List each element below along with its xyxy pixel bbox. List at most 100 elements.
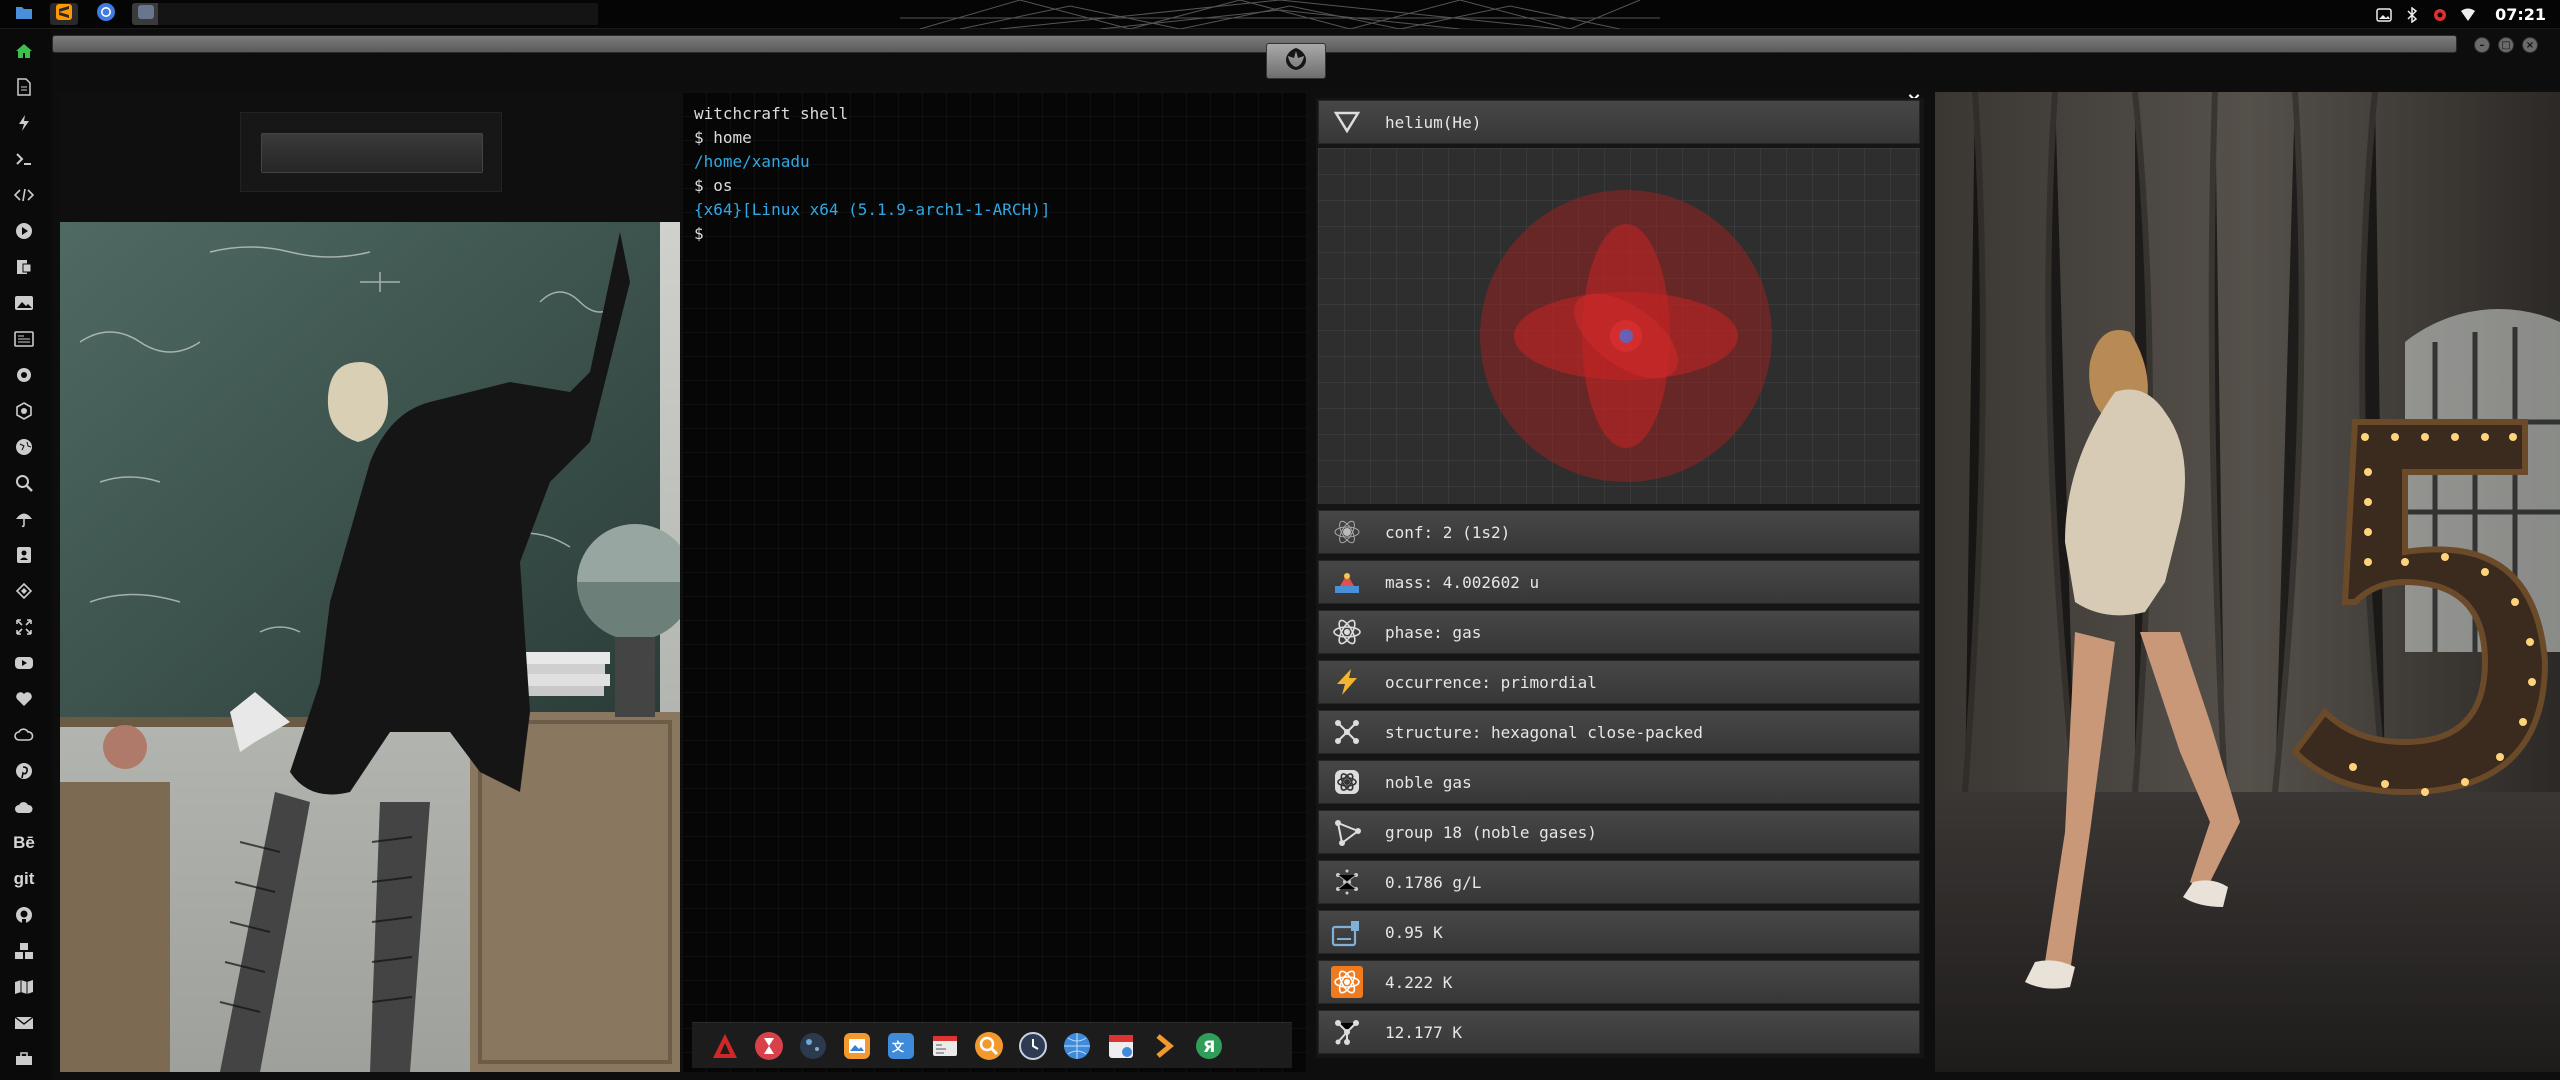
clock-app-icon[interactable] [1016, 1029, 1050, 1063]
search-app-icon[interactable] [972, 1029, 1006, 1063]
settings-icon[interactable] [10, 361, 38, 389]
heart-icon[interactable] [10, 685, 38, 713]
mail-icon[interactable] [10, 1009, 38, 1037]
umbrella-icon[interactable] [10, 505, 38, 533]
system-monitor-app-icon[interactable] [928, 1029, 962, 1063]
rebel-alliance-icon [1281, 46, 1311, 76]
document-icon[interactable] [10, 73, 38, 101]
structure-icon [1319, 710, 1375, 754]
cubes-icon[interactable] [10, 937, 38, 965]
terminal-output: witchcraft shell $ home /home/xanadu $ o… [694, 102, 1050, 246]
app-launcher-dock: 文 Я [692, 1022, 1292, 1068]
file-manager-task[interactable] [10, 3, 38, 25]
bolt-icon[interactable] [10, 109, 38, 137]
arrow-launcher-app-icon[interactable] [1148, 1029, 1182, 1063]
cloud-icon[interactable] [10, 793, 38, 821]
element-property-row[interactable]: 0.1786 g/L [1318, 860, 1920, 904]
window-icon [137, 4, 155, 24]
translate-app-icon[interactable]: 文 [884, 1029, 918, 1063]
element-property-row[interactable]: phase: gas [1318, 610, 1920, 654]
contacts-icon[interactable] [10, 541, 38, 569]
decorative-web-graphic [900, 0, 1660, 29]
element-property-row[interactable]: occurrence: primordial [1318, 660, 1920, 704]
terminal-icon[interactable] [10, 145, 38, 173]
image-icon[interactable] [10, 289, 38, 317]
map-icon[interactable] [10, 973, 38, 1001]
globe-icon[interactable] [10, 433, 38, 461]
search-icon[interactable] [10, 469, 38, 497]
sublime-icon [55, 3, 73, 25]
element-property-row[interactable]: conf: 2 (1s2) [1318, 510, 1920, 554]
bluetooth-icon[interactable] [2403, 6, 2421, 24]
element-property-row[interactable]: noble gas [1318, 760, 1920, 804]
terminal-line: {x64}[Linux x64 (5.1.9-arch1-1-ARCH)] [694, 200, 1051, 219]
fullscreen-icon[interactable] [10, 613, 38, 641]
noble-gas-icon [1319, 760, 1375, 804]
toolbox-icon[interactable] [10, 1045, 38, 1073]
left-pane-button[interactable] [261, 133, 483, 173]
arch-app-icon[interactable] [708, 1029, 742, 1063]
chrome-task[interactable] [92, 3, 120, 25]
image-viewer-tray-icon[interactable] [2375, 6, 2393, 24]
window-titlebar: – □ × [52, 29, 2560, 89]
close-window-button[interactable]: × [2522, 37, 2538, 53]
yandex-app-icon[interactable]: Я [1192, 1029, 1226, 1063]
wifi-icon[interactable] [2459, 6, 2477, 24]
left-pane-widget [240, 112, 502, 192]
terminal-line: witchcraft shell [694, 104, 849, 123]
rebel-alliance-logo[interactable] [1266, 43, 1326, 79]
element-header-row[interactable]: helium(He) [1318, 100, 1920, 144]
active-window-task[interactable] [132, 3, 160, 25]
github-icon[interactable] [10, 901, 38, 929]
maximize-button[interactable]: □ [2498, 37, 2514, 53]
behance-icon[interactable]: Bē [10, 829, 38, 857]
calendar-app-icon[interactable] [1104, 1029, 1138, 1063]
element-property-row[interactable]: structure: hexagonal close-packed [1318, 710, 1920, 754]
hexagon-icon[interactable] [10, 397, 38, 425]
play-icon[interactable] [10, 217, 38, 245]
window-drag-strip[interactable] [52, 35, 2457, 53]
lightning-icon [1319, 660, 1375, 704]
cloud-link-icon[interactable] [10, 721, 38, 749]
folder-icon [15, 4, 33, 24]
element-name: helium(He) [1385, 112, 1482, 132]
element-property-row[interactable]: 12.177 K [1318, 1010, 1920, 1054]
terminal-line: $ home [694, 128, 752, 147]
element-property-text: conf: 2 (1s2) [1385, 522, 1511, 542]
photo-model-graphic [1935, 92, 2560, 1072]
planet-app-icon[interactable] [796, 1029, 830, 1063]
image-viewer-app-icon[interactable] [840, 1029, 874, 1063]
terminal-prompt[interactable]: $ [694, 222, 1050, 246]
system-top-bar: 07:21 [0, 0, 2560, 29]
element-property-row[interactable]: 0.95 K [1318, 910, 1920, 954]
terminal-panel[interactable]: witchcraft shell $ home /home/xanadu $ o… [682, 92, 1307, 1072]
update-gear-icon[interactable] [2431, 6, 2449, 24]
git-icon[interactable]: git [10, 865, 38, 893]
code-icon[interactable] [10, 181, 38, 209]
atom-config-icon [1319, 510, 1375, 554]
photo-classroom-graphic [60, 222, 680, 1072]
sublime-task[interactable] [50, 3, 78, 25]
home-icon[interactable] [10, 37, 38, 65]
tag-icon[interactable] [10, 577, 38, 605]
pinterest-icon[interactable] [10, 757, 38, 785]
element-property-text: 12.177 K [1385, 1022, 1463, 1042]
element-property-row[interactable]: 4.222 K [1318, 960, 1920, 1004]
news-icon[interactable] [10, 325, 38, 353]
minimize-icon: – [2479, 39, 2485, 51]
left-dock: Bē git [0, 29, 50, 1080]
close-icon: × [2525, 39, 2535, 51]
minimize-button[interactable]: – [2474, 37, 2490, 53]
youtube-icon[interactable] [10, 649, 38, 677]
hourglass-app-icon[interactable] [752, 1029, 786, 1063]
presentation-icon[interactable] [10, 253, 38, 281]
left-pane-header [60, 92, 680, 222]
element-property-text: 0.95 K [1385, 922, 1443, 942]
web-browser-app-icon[interactable] [1060, 1029, 1094, 1063]
element-property-row[interactable]: group 18 (noble gases) [1318, 810, 1920, 854]
element-property-text: 4.222 K [1385, 972, 1453, 992]
orbital-visualization [1318, 148, 1920, 504]
element-property-row[interactable]: mass: 4.002602 u [1318, 560, 1920, 604]
clock[interactable]: 07:21 [2495, 5, 2546, 24]
element-property-text: 0.1786 g/L [1385, 872, 1482, 892]
